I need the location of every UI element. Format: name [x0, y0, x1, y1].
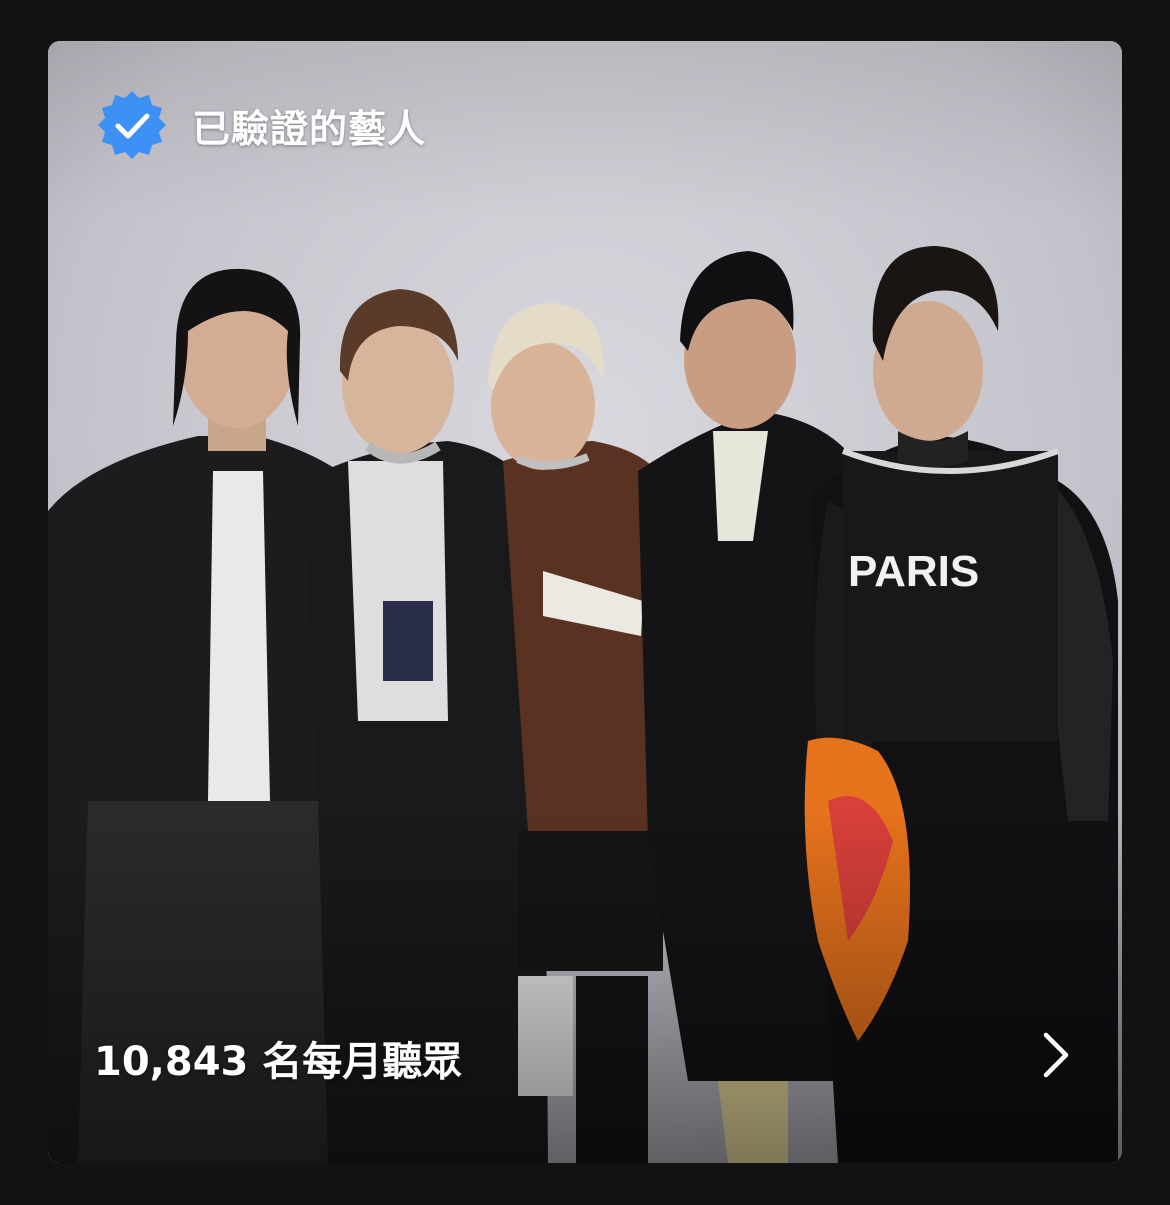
chevron-right-icon[interactable] — [1040, 1031, 1072, 1079]
bottom-gradient-overlay — [48, 803, 1122, 1163]
monthly-listeners-count: 10,843 名每月聽眾 — [94, 1039, 463, 1085]
verified-artist-label: 已驗證的藝人 — [192, 106, 427, 151]
verified-artist-badge: 已驗證的藝人 — [96, 89, 426, 161]
svg-text:PARIS: PARIS — [848, 547, 979, 596]
artist-about-card[interactable]: PARIS 已驗證的藝人 10,843 名每月聽眾 — [48, 41, 1122, 1163]
verified-badge-icon — [98, 91, 166, 159]
